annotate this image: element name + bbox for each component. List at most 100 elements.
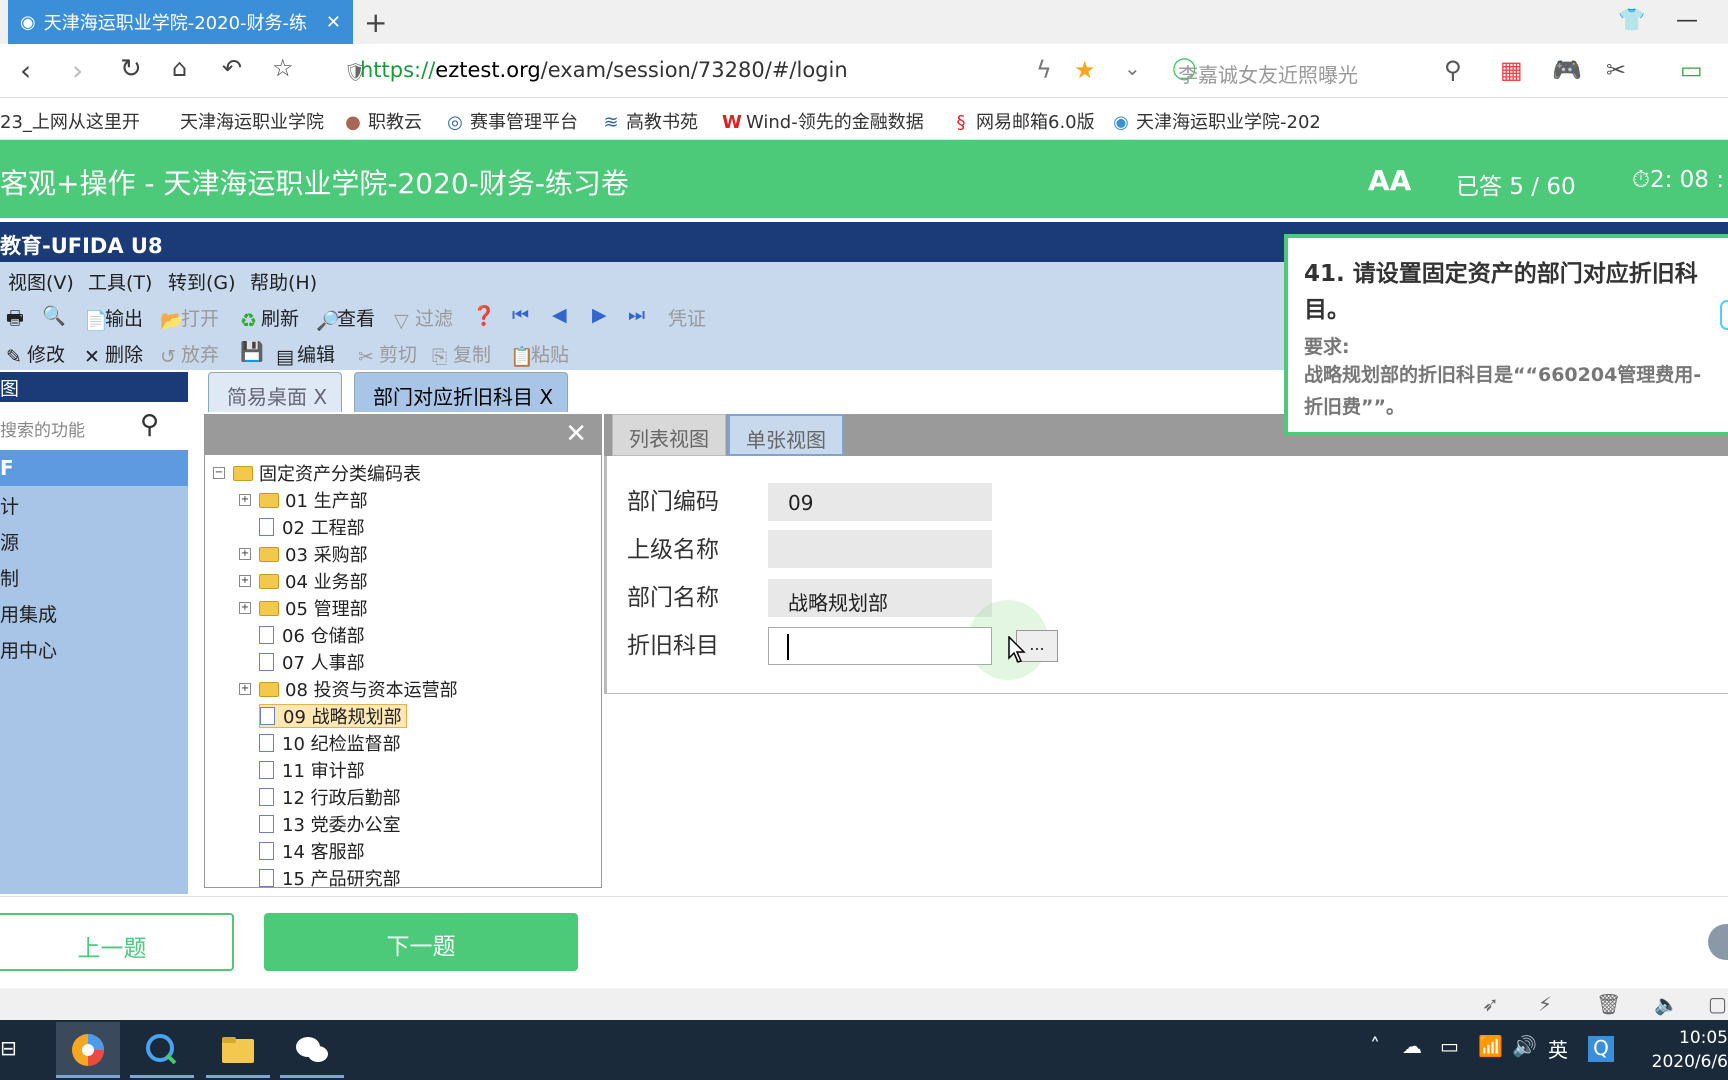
bookmark-item[interactable]: W Wind-领先的金融数据 [722,108,924,134]
tree-node[interactable]: 12 行政后勤部 [259,785,401,809]
reload-icon[interactable]: ↻ [120,54,142,84]
help-icon[interactable]: ❓ [472,304,496,327]
close-icon[interactable]: ✕ [565,419,587,449]
tab-close-icon[interactable]: ✕ [326,12,341,33]
view-button[interactable]: 🔎查看 [316,304,375,332]
menu-help[interactable]: 帮助(H) [250,268,317,295]
modify-button[interactable]: ✎ 修改 [6,340,65,368]
last-record-icon[interactable]: ⏭ [628,304,645,326]
nav-item[interactable]: 计 [0,492,19,519]
taskbar-explorer[interactable] [206,1022,270,1078]
search-icon[interactable]: ⚲ [1444,56,1462,84]
font-size-icon[interactable]: AA [1368,164,1411,197]
tree-node[interactable]: 15 产品研究部 [259,866,401,890]
wifi-icon[interactable]: 📶 [1478,1034,1503,1058]
tree-node[interactable]: 06 仓储部 [259,623,365,647]
back-icon[interactable]: ‹ [20,54,31,87]
tree-node[interactable]: +05 管理部 [239,596,368,620]
lightning-icon[interactable]: ϟ [1036,56,1052,84]
first-record-icon[interactable]: ⏮ [512,304,529,326]
save-icon[interactable]: 💾 [240,340,264,363]
accelerate-icon[interactable]: ⚡ [1538,992,1552,1016]
delete-button[interactable]: ✕ 删除 [84,340,143,368]
nav-item[interactable]: 制 [0,564,19,591]
nav-item[interactable]: 用中心 [0,636,57,663]
expand-icon[interactable]: + [239,494,251,506]
expand-icon[interactable]: + [239,575,251,587]
speaker-icon[interactable]: 🔊 [1512,1034,1537,1058]
trash-icon[interactable]: 🗑 [1596,992,1621,1016]
refresh-button[interactable]: ♻ 刷新 [240,304,299,332]
tab-simple-desktop[interactable]: 简易桌面 X [208,372,343,412]
search-input[interactable]: 李嘉诚女友近照曝光 [1178,59,1358,88]
tab-dept-depreciation[interactable]: 部门对应折旧科目 X [354,372,569,412]
voucher-button[interactable]: 凭证 [668,304,706,331]
star-outline-icon[interactable]: ☆ [272,54,294,82]
battery-tray-icon[interactable]: ▭ [1440,1034,1459,1058]
star-filled-icon[interactable]: ★ [1074,56,1096,84]
window-icon[interactable]: ▢ [1708,992,1727,1016]
prev-question-button[interactable]: 上一题 [0,913,234,971]
expand-icon[interactable]: + [239,548,251,560]
tab-list-view[interactable]: 列表视图 [612,414,726,456]
tab-card-view[interactable]: 单张视图 [728,414,844,456]
tree-node[interactable]: +01 生产部 [239,488,368,512]
bookmark-item[interactable]: ≋ 高教书苑 [602,108,698,134]
tree-node-selected[interactable]: 09 战略规划部 [259,704,407,728]
nav-search-input[interactable]: 搜索的功能 [0,416,85,441]
menu-view[interactable]: 视图(V) [8,268,74,295]
discard-button[interactable]: ↺ 放弃 [160,340,219,368]
home-icon[interactable]: ⌂ [172,54,187,82]
tree-node[interactable]: 10 纪检监督部 [259,731,401,755]
qq-icon[interactable]: Q [1588,1036,1614,1062]
bookmark-item[interactable]: § 网易邮箱6.0版 [952,108,1095,134]
bookmark-item[interactable]: ◎ 赛事管理平台 [446,108,578,134]
edit-button[interactable]: ▤ 编辑 [276,340,335,368]
filter-button[interactable]: ▽ 过滤 [394,304,453,332]
taskbar-wechat[interactable] [280,1022,344,1078]
game-icon[interactable]: 🎮 [1552,56,1582,84]
system-clock[interactable]: 10:05 2020/6/6 [1640,1026,1728,1074]
copy-button[interactable]: ⎘ 复制 [432,340,491,368]
search-icon[interactable]: ⚲ [140,410,159,440]
ime-indicator[interactable]: 英 [1548,1034,1568,1063]
skin-icon[interactable]: 👕 [1618,8,1645,33]
rocket-icon[interactable]: ➶ [1482,992,1499,1016]
apps-icon[interactable]: ▦ [1500,56,1523,84]
nav-item[interactable]: 用集成 [0,600,57,627]
expand-icon[interactable]: + [239,683,251,695]
nav-item-active[interactable]: F [0,450,188,486]
task-view-icon[interactable]: ⊟ [0,1036,17,1060]
tree-node[interactable]: +03 采购部 [239,542,368,566]
cloud-icon[interactable]: ☁ [1402,1034,1422,1058]
next-record-icon[interactable]: ▶ [592,304,607,326]
export-button[interactable]: 📄输出 [84,304,143,332]
taskbar-browser[interactable] [56,1022,120,1078]
print-icon[interactable]: 🖶 [6,304,24,336]
undo-icon[interactable]: ↶ [222,54,242,82]
menu-tools[interactable]: 工具(T) [88,268,152,295]
nav-search[interactable]: 搜索的功能 ⚲ [0,402,188,452]
scissors-icon[interactable]: ✂ [1606,56,1626,84]
tree-node[interactable]: 07 人事部 [259,650,365,674]
tree-root[interactable]: − 固定资产分类编码表 [213,461,421,485]
tree-node[interactable]: 13 党委办公室 [259,812,401,836]
open-button[interactable]: 📂打开 [160,304,219,332]
preview-icon[interactable]: 🔍 [42,304,66,327]
url-field[interactable]: https://eztest.org/exam/session/73280/#/… [360,58,848,82]
forward-icon[interactable]: › [72,54,83,87]
taskbar-app-2[interactable] [130,1022,194,1078]
bookmark-item[interactable]: 23_上网从这里开 [0,108,140,134]
volume-icon[interactable]: 🔈 [1654,992,1679,1016]
bookmark-item[interactable]: ◉ 天津海运职业学院-202 [1112,108,1321,134]
tree-node[interactable]: +08 投资与资本运营部 [239,677,458,701]
panel-toggle-handle[interactable] [1720,300,1728,330]
depr-account-input[interactable] [768,627,992,665]
bookmark-item[interactable]: 天津海运职业学院 [180,108,324,134]
next-question-button[interactable]: 下一题 [264,913,578,971]
menu-goto[interactable]: 转到(G) [168,268,236,295]
tray-expand-icon[interactable]: ˄ [1370,1034,1380,1058]
tree-node[interactable]: 02 工程部 [259,515,365,539]
tree-node[interactable]: +04 业务部 [239,569,368,593]
tree-node[interactable]: 11 审计部 [259,758,365,782]
